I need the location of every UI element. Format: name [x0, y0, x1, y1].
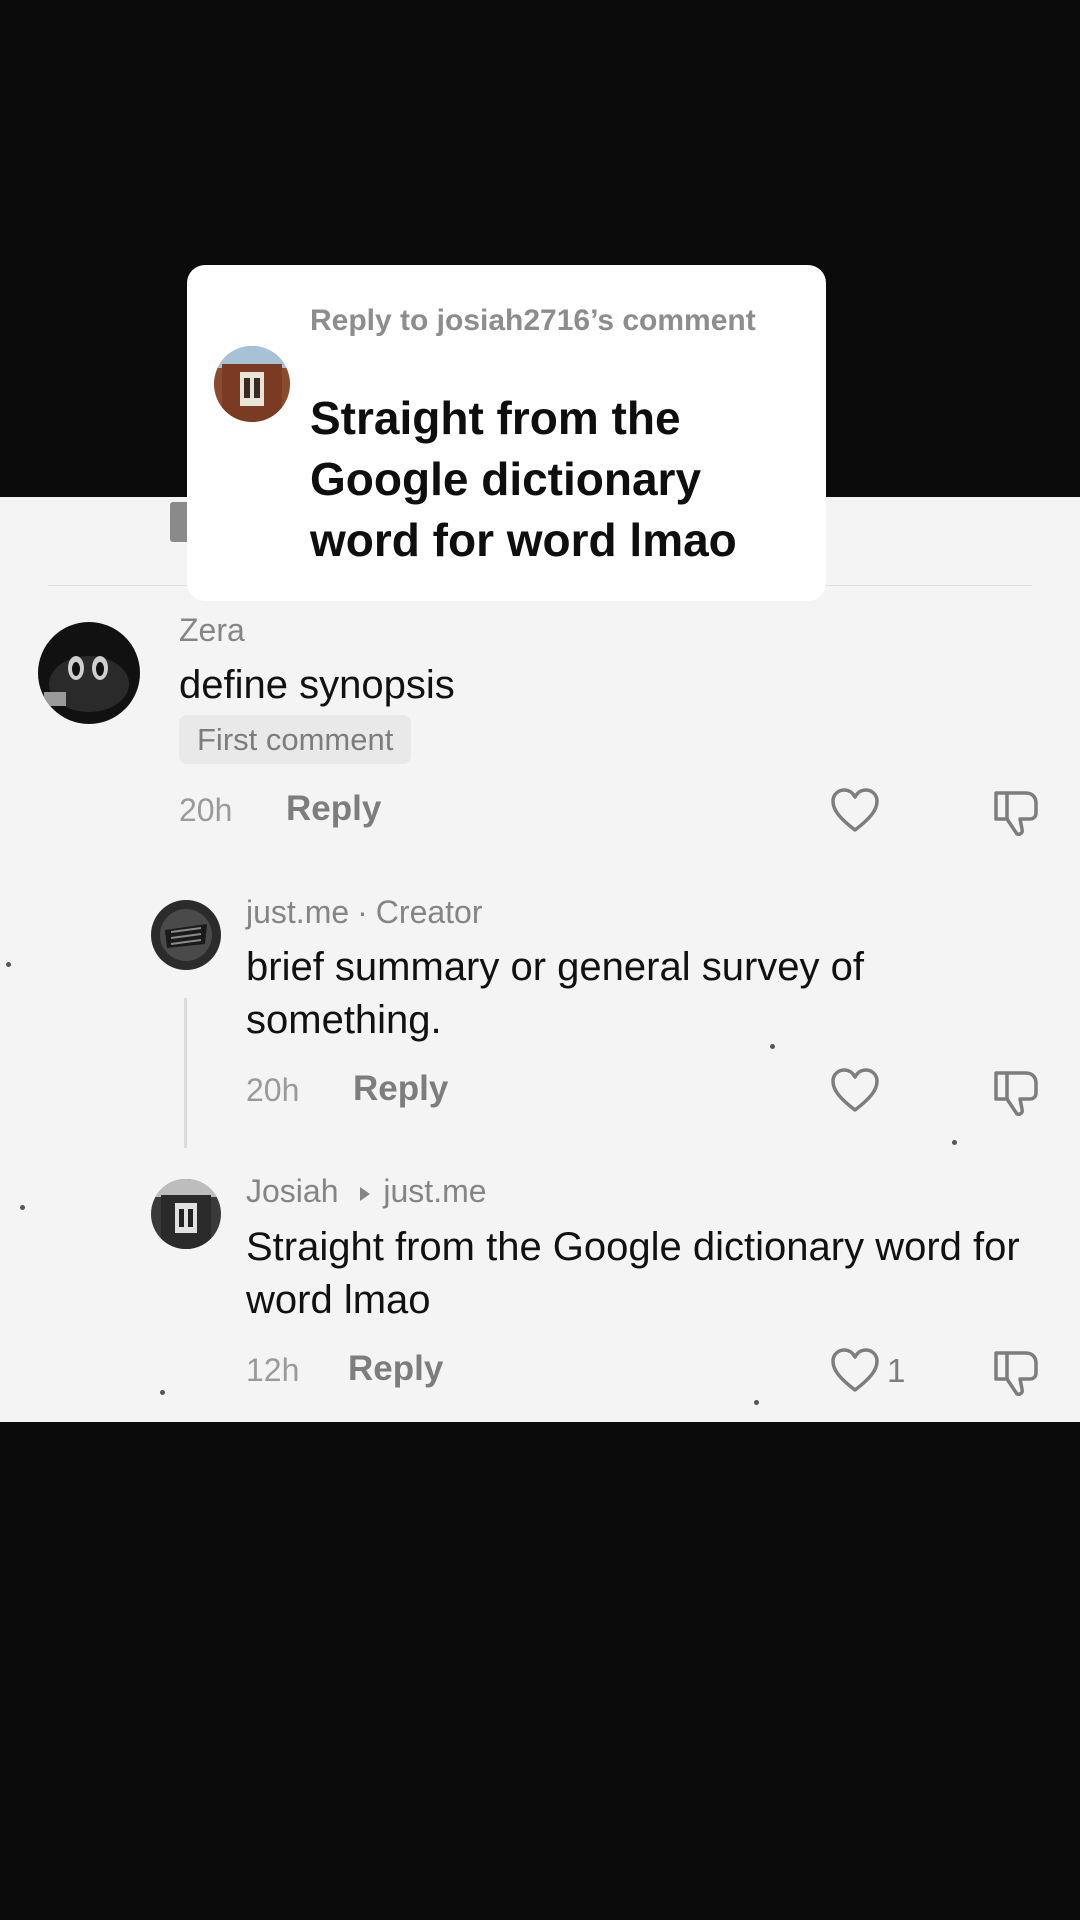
speck: [952, 1140, 957, 1145]
comment-text: brief summary or general survey of somet…: [246, 945, 865, 1042]
reply-quote-text: Straight from the Google dictionary word…: [310, 392, 737, 566]
avatar[interactable]: [151, 900, 221, 970]
speck: [6, 962, 11, 967]
speck: [160, 1390, 165, 1395]
speck: [770, 1044, 775, 1049]
like-count: 1: [887, 1352, 906, 1389]
first-comment-badge: First comment: [179, 715, 412, 764]
username-text[interactable]: just.me: [246, 894, 349, 930]
reply-target[interactable]: just.me: [383, 1173, 486, 1209]
creator-label: Creator: [375, 894, 483, 930]
speck: [20, 1205, 25, 1210]
reply-button[interactable]: Reply: [353, 1069, 448, 1109]
reply-sticker-card: Reply to josiah2716’s comment Straight f…: [187, 265, 826, 601]
heart-icon[interactable]: [830, 1348, 880, 1394]
avatar: [214, 346, 290, 422]
comment-timestamp: 20h: [246, 1072, 300, 1108]
comment-timestamp: 12h: [246, 1352, 300, 1388]
comment-username[interactable]: Zera: [179, 612, 245, 649]
speck: [754, 1400, 759, 1405]
username-text[interactable]: Josiah: [246, 1173, 339, 1209]
reply-button[interactable]: Reply: [348, 1349, 443, 1389]
reply-to-label: Reply to josiah2716’s comment: [310, 304, 756, 337]
dislike-icon[interactable]: [992, 1347, 1040, 1397]
heart-icon[interactable]: [830, 788, 880, 834]
separator: ·: [357, 894, 368, 930]
comment-text: define synopsis: [179, 663, 455, 707]
avatar[interactable]: [151, 1179, 221, 1249]
dislike-icon[interactable]: [992, 787, 1040, 837]
comment-username[interactable]: just.me · Creator: [246, 894, 483, 931]
dislike-icon[interactable]: [992, 1067, 1040, 1117]
avatar[interactable]: [38, 622, 140, 724]
thread-line: [184, 998, 187, 1148]
comment-timestamp: 20h: [179, 792, 233, 828]
heart-icon[interactable]: [830, 1068, 880, 1114]
reply-button[interactable]: Reply: [286, 789, 381, 829]
reply-arrow-icon: [360, 1186, 371, 1201]
comment-username[interactable]: Josiah just.me: [246, 1173, 487, 1210]
comment-text: Straight from the Google dictionary word…: [246, 1225, 1020, 1322]
